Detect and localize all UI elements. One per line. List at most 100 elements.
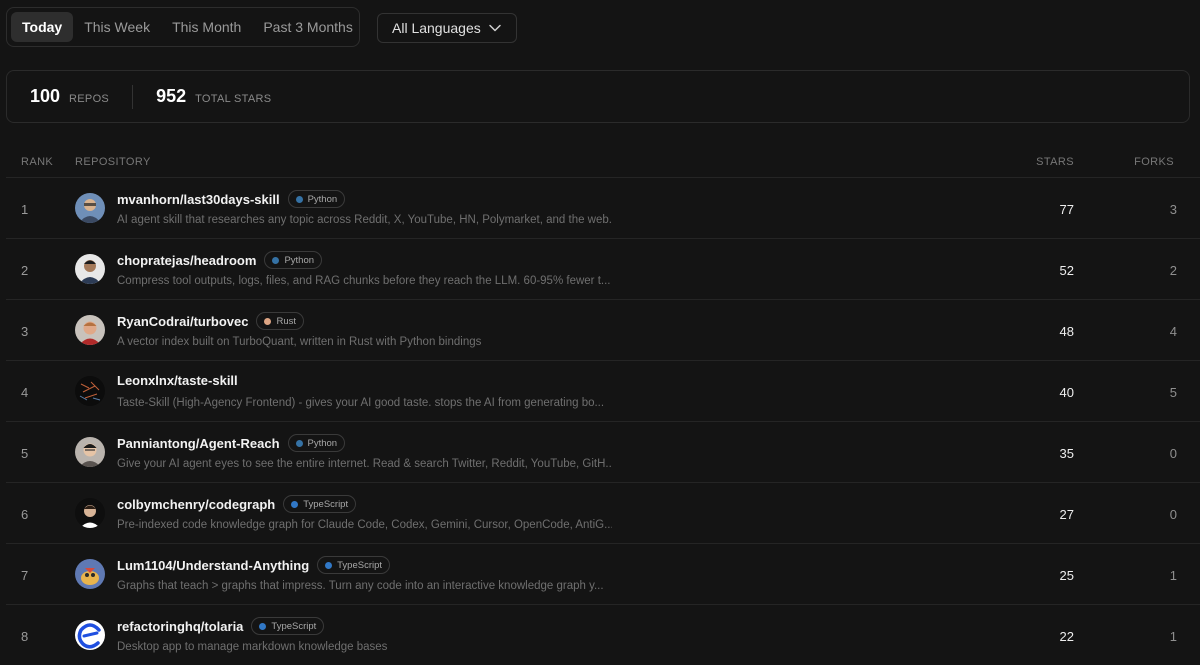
language-dot: [259, 622, 267, 630]
rank-cell: 6: [21, 507, 29, 522]
language-dot: [264, 317, 272, 325]
language-filter-value: All Languages: [392, 20, 481, 36]
language-badge: TypeScript: [251, 617, 325, 635]
stars-cell: 35: [1059, 446, 1074, 461]
top-toolbar: Today This Week This Month Past 3 Months…: [6, 7, 1200, 49]
header-forks[interactable]: FORKS: [1134, 156, 1174, 168]
repo-name-link[interactable]: mvanhorn/last30days-skill: [117, 192, 280, 207]
stars-cell: 27: [1059, 507, 1074, 522]
language-filter-dropdown[interactable]: All Languages: [377, 13, 517, 43]
table-row[interactable]: 7 Lum1104/Understand-Anything TypeScript…: [6, 543, 1200, 604]
forks-cell: 0: [1169, 446, 1177, 461]
repo-description: Pre-indexed code knowledge graph for Cla…: [117, 519, 612, 531]
header-rank[interactable]: RANK: [21, 156, 53, 168]
language-badge: Python: [264, 251, 323, 269]
rank-cell: 1: [21, 202, 29, 217]
tab-this-month[interactable]: This Month: [161, 12, 252, 42]
chevron-down-icon: [489, 24, 501, 32]
avatar[interactable]: [75, 315, 105, 345]
table-row[interactable]: 8 refactoringhq/tolaria TypeScript Deskt…: [6, 604, 1200, 665]
rank-cell: 7: [21, 568, 29, 583]
table-row[interactable]: 6 colbymchenry/codegraph TypeScript Pre-…: [6, 482, 1200, 543]
repo-description: A vector index built on TurboQuant, writ…: [117, 336, 482, 348]
total-stars-count: 952: [156, 86, 187, 106]
forks-cell: 1: [1169, 629, 1177, 644]
stars-cell: 25: [1059, 568, 1074, 583]
repo-name-link[interactable]: Lum1104/Understand-Anything: [117, 558, 309, 573]
avatar[interactable]: [75, 376, 105, 406]
forks-cell: 1: [1169, 568, 1177, 583]
forks-cell: 2: [1169, 263, 1177, 278]
repo-description: AI agent skill that researches any topic…: [117, 214, 612, 226]
repo-description: Desktop app to manage markdown knowledge…: [117, 641, 388, 653]
table-row[interactable]: 2 chopratejas/headroom Python Compress t…: [6, 238, 1200, 299]
language-label: Python: [307, 437, 338, 449]
repos-stat: 100 REPOS: [30, 86, 109, 107]
repos-label: REPOS: [69, 93, 110, 105]
language-dot: [272, 256, 280, 264]
language-label: TypeScript: [271, 620, 317, 632]
avatar[interactable]: [75, 498, 105, 528]
language-label: Python: [284, 254, 315, 266]
language-label: Rust: [276, 315, 297, 327]
language-badge: TypeScript: [283, 495, 357, 513]
language-dot: [295, 195, 303, 203]
stars-cell: 48: [1059, 324, 1074, 339]
tab-this-week[interactable]: This Week: [73, 12, 161, 42]
repo-name-link[interactable]: Panniantong/Agent-Reach: [117, 436, 280, 451]
stars-cell: 22: [1059, 629, 1074, 644]
table-row[interactable]: 4 Leonxlnx/taste-skill Taste-Skill (High…: [6, 360, 1200, 421]
stats-divider: [132, 84, 134, 109]
avatar[interactable]: [75, 193, 105, 223]
tab-today[interactable]: Today: [11, 12, 74, 42]
avatar[interactable]: [75, 620, 105, 650]
language-badge: Python: [287, 434, 346, 452]
total-stars-label: TOTAL STARS: [195, 93, 272, 105]
stars-cell: 40: [1059, 385, 1074, 400]
language-badge: Rust: [256, 312, 305, 330]
forks-cell: 5: [1169, 385, 1177, 400]
forks-cell: 0: [1169, 507, 1177, 522]
repos-count: 100: [30, 86, 61, 106]
repo-description: Taste-Skill (High-Agency Frontend) - giv…: [117, 397, 605, 409]
language-label: TypeScript: [337, 559, 383, 571]
repo-description: Compress tool outputs, logs, files, and …: [117, 275, 611, 287]
repo-description: Graphs that teach > graphs that impress.…: [117, 580, 604, 592]
table-row[interactable]: 3 RyanCodrai/turbovec Rust A vector inde…: [6, 299, 1200, 360]
header-stars[interactable]: STARS: [1036, 156, 1074, 168]
rank-cell: 8: [21, 629, 29, 644]
repo-name-link[interactable]: refactoringhq/tolaria: [117, 619, 243, 634]
stars-stat: 952 TOTAL STARS: [156, 86, 271, 107]
language-label: TypeScript: [303, 498, 349, 510]
table-row[interactable]: 5 Panniantong/Agent-Reach Python Give yo…: [6, 421, 1200, 482]
repo-name-link[interactable]: colbymchenry/codegraph: [117, 497, 275, 512]
time-range-tabs: Today This Week This Month Past 3 Months: [6, 7, 360, 47]
avatar[interactable]: [75, 559, 105, 589]
table-header: RANK REPOSITORY STARS FORKS: [0, 150, 1200, 174]
rank-cell: 2: [21, 263, 29, 278]
table-row[interactable]: 1 mvanhorn/last30days-skill Python AI ag…: [6, 177, 1200, 238]
repo-name-link[interactable]: Leonxlnx/taste-skill: [117, 373, 238, 388]
language-dot: [325, 561, 333, 569]
summary-stats: 100 REPOS 952 TOTAL STARS: [6, 70, 1190, 123]
avatar[interactable]: [75, 437, 105, 467]
repo-table-body: 1 mvanhorn/last30days-skill Python AI ag…: [6, 177, 1200, 665]
avatar[interactable]: [75, 254, 105, 284]
repo-description: Give your AI agent eyes to see the entir…: [117, 458, 612, 470]
language-dot: [295, 439, 303, 447]
language-badge: TypeScript: [317, 556, 391, 574]
tab-past-3-months[interactable]: Past 3 Months: [252, 12, 364, 42]
rank-cell: 5: [21, 446, 29, 461]
language-label: Python: [307, 193, 338, 205]
forks-cell: 3: [1169, 202, 1177, 217]
stars-cell: 77: [1059, 202, 1074, 217]
forks-cell: 4: [1169, 324, 1177, 339]
rank-cell: 4: [21, 385, 29, 400]
language-badge: Python: [287, 190, 346, 208]
repo-name-link[interactable]: chopratejas/headroom: [117, 253, 256, 268]
rank-cell: 3: [21, 324, 29, 339]
repo-name-link[interactable]: RyanCodrai/turbovec: [117, 314, 248, 329]
header-repository[interactable]: REPOSITORY: [75, 156, 151, 168]
language-dot: [291, 500, 299, 508]
stars-cell: 52: [1059, 263, 1074, 278]
